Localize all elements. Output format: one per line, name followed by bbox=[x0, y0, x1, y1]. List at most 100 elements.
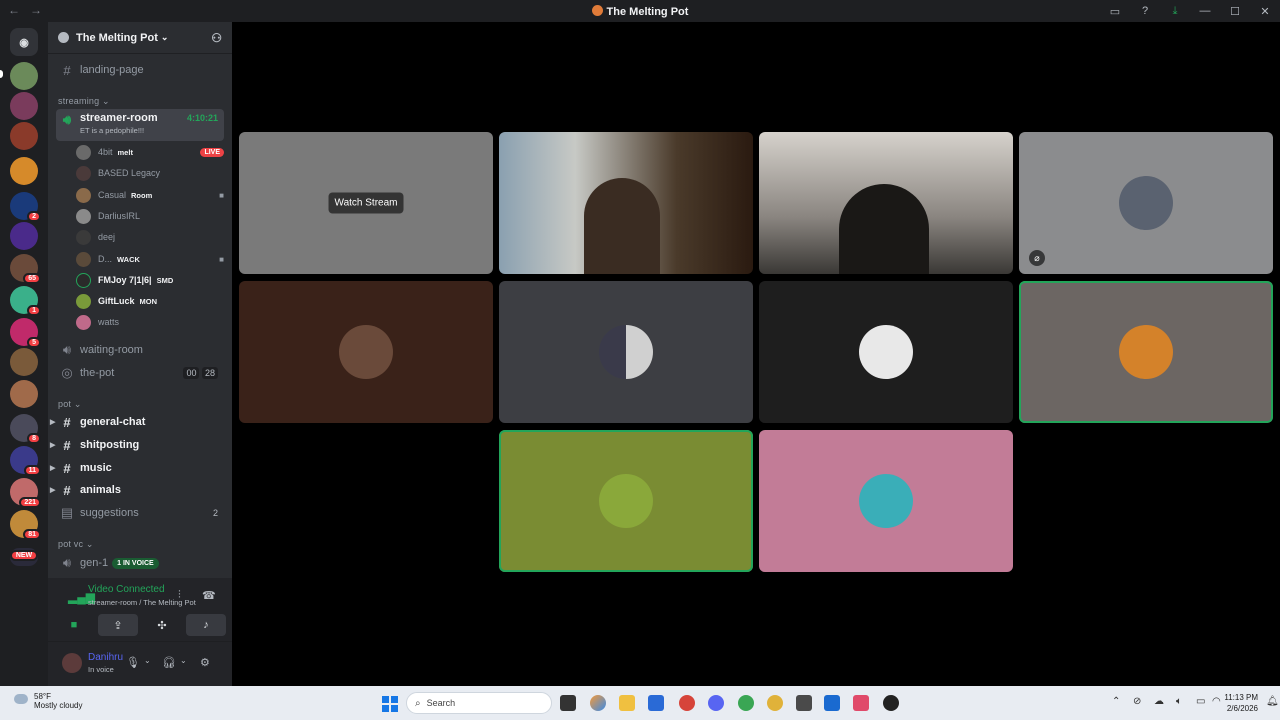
channel-animals[interactable]: ▶ # animals bbox=[50, 480, 224, 500]
calculator-icon[interactable] bbox=[796, 695, 812, 711]
server-icon[interactable] bbox=[10, 348, 38, 376]
chevron-down-icon[interactable]: ⌄ bbox=[144, 656, 151, 665]
vpn-icon[interactable]: ⊘ bbox=[1133, 696, 1141, 707]
snipping-tool-icon[interactable] bbox=[853, 695, 869, 711]
video-tile-avatar[interactable] bbox=[759, 430, 1013, 572]
stream-tile[interactable]: Watch Stream bbox=[239, 132, 493, 274]
voice-user[interactable]: D... WACK ■ bbox=[76, 249, 224, 269]
activities-button[interactable]: ✣ bbox=[142, 614, 182, 636]
server-icon[interactable] bbox=[10, 62, 38, 90]
channel-general-chat[interactable]: ▶ # general-chat bbox=[50, 412, 224, 432]
speaker-icon: 🔊︎ bbox=[62, 342, 72, 357]
avatar bbox=[76, 165, 91, 181]
server-icon[interactable]: 81 bbox=[10, 510, 41, 540]
close-button[interactable]: ✕ bbox=[1250, 5, 1280, 18]
server-icon[interactable] bbox=[10, 122, 38, 150]
chrome-icon[interactable] bbox=[679, 695, 695, 711]
server-icon[interactable] bbox=[10, 380, 38, 408]
chevron-down-icon[interactable]: ⌄ bbox=[180, 656, 187, 665]
weather-widget[interactable]: 58°F Mostly cloudy bbox=[14, 692, 82, 710]
outlook-icon[interactable] bbox=[824, 695, 840, 711]
category-pot[interactable]: pot ⌄ bbox=[58, 399, 82, 410]
inbox-icon[interactable]: ▭ bbox=[1100, 5, 1130, 18]
channel-landing-page[interactable]: # landing-page bbox=[56, 60, 224, 80]
voice-user[interactable]: DarliusIRL bbox=[76, 206, 224, 226]
chrome-icon[interactable] bbox=[767, 695, 783, 711]
channel-waiting-room[interactable]: 🔊︎ waiting-room bbox=[56, 340, 224, 360]
video-tile-avatar[interactable] bbox=[1019, 281, 1273, 423]
channel-music[interactable]: ▶ # music bbox=[50, 458, 224, 478]
server-icon[interactable]: 1 bbox=[10, 286, 41, 316]
help-icon[interactable]: ? bbox=[1130, 5, 1160, 17]
voice-user[interactable]: GiftLuck MON bbox=[76, 291, 224, 311]
new-server-icon[interactable]: NEW bbox=[10, 548, 38, 566]
server-icon[interactable]: 5 bbox=[10, 318, 41, 348]
headphones-icon[interactable]: 🎧︎ bbox=[162, 656, 176, 669]
voice-user[interactable]: BASED Legacy bbox=[76, 163, 224, 183]
server-icon[interactable]: 11 bbox=[10, 446, 41, 476]
server-header[interactable]: The Melting Pot ⌄ ⚇ bbox=[48, 22, 232, 54]
voice-user[interactable]: FMJoy 7|1|6| SMD bbox=[76, 270, 224, 290]
soundboard-button[interactable]: ♪ bbox=[186, 614, 226, 636]
category-pot-vc[interactable]: pot vc ⌄ bbox=[58, 539, 94, 550]
avatar bbox=[76, 272, 91, 288]
avatar[interactable] bbox=[62, 653, 82, 673]
minimize-button[interactable]: — bbox=[1190, 5, 1220, 17]
server-icon[interactable]: 221 bbox=[10, 478, 41, 508]
video-tile-webcam[interactable] bbox=[499, 132, 753, 274]
voice-connection-panel: ▂▄▆ Video Connected streamer-room / The … bbox=[48, 578, 232, 642]
speaker-volume-icon[interactable]: 🔈︎ bbox=[1176, 696, 1182, 707]
recording-icon[interactable] bbox=[883, 695, 899, 711]
category-streaming[interactable]: streaming ⌄ bbox=[58, 96, 110, 107]
store-icon[interactable] bbox=[648, 695, 664, 711]
video-tile-avatar[interactable] bbox=[499, 430, 753, 572]
tray-overflow-icon[interactable]: ⌃ bbox=[1112, 696, 1120, 707]
disconnect-icon[interactable]: ☎ bbox=[202, 589, 216, 602]
channel-the-pot[interactable]: ◎ the-pot 00 28 bbox=[56, 363, 224, 383]
system-clock[interactable]: 11:13 PM 2/6/2026 bbox=[1224, 692, 1258, 714]
camera-button[interactable]: ■ bbox=[54, 614, 94, 636]
voice-user[interactable]: Casual Room ■ bbox=[76, 185, 224, 205]
screenshare-button[interactable]: ⇪ bbox=[98, 614, 138, 636]
noise-suppression-icon[interactable]: ⫶ bbox=[178, 589, 181, 602]
video-tile-avatar[interactable] bbox=[239, 281, 493, 423]
channel-streamer-room[interactable]: 🔊︎ streamer-room ET is a pedophile!!! 4:… bbox=[56, 109, 224, 141]
server-icon[interactable]: 8 bbox=[10, 414, 41, 444]
microphone-icon[interactable]: 🎙︎ bbox=[126, 656, 140, 669]
video-tile-webcam[interactable] bbox=[759, 132, 1013, 274]
wifi-icon[interactable]: ◠ bbox=[1212, 696, 1221, 707]
file-explorer-icon[interactable] bbox=[619, 695, 635, 711]
windows-start-icon[interactable] bbox=[382, 696, 398, 712]
copilot-icon[interactable] bbox=[590, 695, 606, 711]
channel-shitposting[interactable]: ▶ # shitposting bbox=[50, 435, 224, 455]
discord-icon[interactable] bbox=[708, 695, 724, 711]
voice-user[interactable]: deej bbox=[76, 227, 224, 247]
window-controls: ▭ ? ⤓ — ☐ ✕ bbox=[1100, 0, 1280, 22]
settings-gear-icon[interactable]: ⚙ bbox=[200, 656, 210, 669]
server-icon[interactable] bbox=[10, 157, 38, 185]
server-icon[interactable] bbox=[10, 222, 38, 250]
add-member-icon[interactable]: ⚇ bbox=[211, 31, 222, 45]
task-view-icon[interactable] bbox=[560, 695, 576, 711]
watch-stream-button[interactable]: Watch Stream bbox=[328, 192, 404, 214]
notification-bell-icon[interactable]: 🔔︎ bbox=[1266, 696, 1279, 707]
avatar bbox=[859, 474, 913, 528]
channel-suggestions[interactable]: ▤ suggestions 2 bbox=[56, 503, 224, 523]
download-icon[interactable]: ⤓ bbox=[1160, 5, 1190, 18]
video-tile-avatar[interactable] bbox=[759, 281, 1013, 423]
discord-home-icon[interactable]: ◉ bbox=[10, 28, 38, 56]
voice-user[interactable]: 4bit melt LIVE bbox=[76, 142, 224, 162]
video-tile-avatar[interactable]: ⌀ bbox=[1019, 132, 1273, 274]
video-tile-avatar[interactable] bbox=[499, 281, 753, 423]
server-icon[interactable]: 65 bbox=[10, 254, 41, 284]
taskbar-search-input[interactable]: ⌕ Search bbox=[406, 692, 552, 714]
maximize-button[interactable]: ☐ bbox=[1220, 5, 1250, 18]
chrome-icon[interactable] bbox=[738, 695, 754, 711]
voice-user[interactable]: watts bbox=[76, 312, 224, 332]
display-icon[interactable]: ▭ bbox=[1196, 696, 1205, 707]
server-icon[interactable] bbox=[10, 92, 38, 120]
server-icon[interactable]: 2 bbox=[10, 192, 41, 222]
onedrive-icon[interactable]: ☁ bbox=[1154, 696, 1164, 707]
participant-video bbox=[839, 184, 929, 274]
channel-gen-1[interactable]: 🔊︎ gen-1 1 IN VOICE bbox=[56, 553, 224, 573]
